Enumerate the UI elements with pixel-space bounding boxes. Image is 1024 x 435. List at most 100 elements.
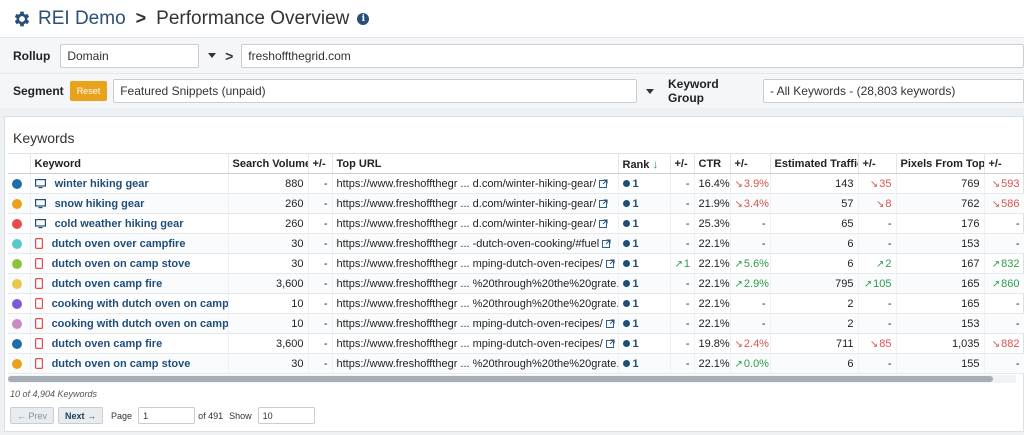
segment-select[interactable]: Featured Snippets (unpaid) <box>113 79 637 103</box>
col-traffic-change[interactable]: +/- <box>858 153 897 174</box>
keyword-cell[interactable]: snow hiking gear <box>30 193 229 214</box>
prev-button[interactable]: ← Prev <box>10 407 55 424</box>
keyword-link[interactable]: dutch oven over campfire <box>52 238 186 250</box>
keyword-cell[interactable]: dutch oven camp fire <box>30 333 229 354</box>
col-pixels-from-top[interactable]: Pixels From Top <box>896 153 985 174</box>
table-row[interactable]: snow hiking gear 260- https://www.freshoff… <box>8 193 1024 214</box>
rank-change-cell: - <box>670 273 695 294</box>
keyword-cell[interactable]: dutch oven camp fire <box>30 273 229 294</box>
pixels-change-value: - <box>1015 357 1020 370</box>
table-row[interactable]: dutch oven over campfire 30- https://www.f… <box>8 233 1024 254</box>
table-row[interactable]: cooking with dutch oven on campfire 10- ht… <box>8 313 1024 334</box>
keyword-cell[interactable]: dutch oven on camp stove <box>30 253 229 274</box>
col-top-url[interactable]: Top URL <box>332 153 619 174</box>
top-url-cell[interactable]: https://www.freshoffthegr ... d.com/wint… <box>332 173 619 194</box>
next-button[interactable]: Next → <box>58 407 104 424</box>
pixels-change-value: 832 <box>1001 257 1020 270</box>
table-row[interactable]: cooking with dutch oven on campfire 10- ht… <box>8 293 1024 314</box>
keyword-link[interactable]: cooking with dutch oven on campfire <box>52 318 227 330</box>
col-pixels-change[interactable]: +/- <box>984 153 1024 174</box>
keyword-link[interactable]: dutch oven camp fire <box>52 338 163 350</box>
external-link-icon[interactable] <box>599 219 608 229</box>
traffic-change-value: 2 <box>885 257 892 270</box>
ctr-change: ↗2.9% <box>735 278 769 290</box>
external-link-icon[interactable] <box>602 239 611 249</box>
keyword-cell[interactable]: cooking with dutch oven on campfire <box>30 313 229 334</box>
rollup-caret-icon[interactable] <box>208 53 217 58</box>
trend-arrow-icon: ↘ <box>734 338 743 350</box>
ctr-cell: 25.3% <box>694 213 731 234</box>
top-url-cell[interactable]: https://www.freshoffthegr ... %20through… <box>332 353 619 374</box>
page-title: Performance Overview <box>156 7 350 29</box>
col-rank-change[interactable]: +/- <box>670 153 695 174</box>
keyword-link[interactable]: dutch oven camp fire <box>52 278 163 290</box>
top-url-cell[interactable]: https://www.freshoffthegr ... d.com/wint… <box>332 213 619 234</box>
table-row[interactable]: dutch oven camp fire 3,600- https://www.fr… <box>8 273 1024 294</box>
keyword-link[interactable]: dutch oven on camp stove <box>52 358 191 370</box>
rank-change: - <box>685 198 690 210</box>
ctr-cell: 22.1% <box>694 353 731 374</box>
external-link-icon[interactable] <box>605 339 615 349</box>
top-url-cell[interactable]: https://www.freshoffthegr ... %20through… <box>332 273 619 294</box>
ctr-change-value: 3.4% <box>743 197 769 210</box>
keyword-cell[interactable]: cooking with dutch oven on campfire <box>30 293 229 314</box>
top-url-cell[interactable]: https://www.freshoffthegr ... mping-dutc… <box>332 313 619 334</box>
keyword-link[interactable]: dutch oven on camp stove <box>52 258 191 270</box>
keyword-cell[interactable]: winter hiking gear <box>30 173 229 194</box>
scrollbar-thumb[interactable] <box>8 376 993 382</box>
col-ctr-change[interactable]: +/- <box>730 153 771 174</box>
status-cell <box>8 253 31 274</box>
col-keyword[interactable]: Keyword <box>30 153 229 174</box>
status-dot <box>12 258 22 269</box>
rollup-select[interactable]: Domain <box>60 43 200 68</box>
reset-button[interactable]: Reset <box>69 81 108 101</box>
table-row[interactable]: cold weather hiking gear 260- https://www.… <box>8 213 1024 234</box>
pixels-cell: 155 <box>896 353 985 374</box>
info-icon[interactable]: i <box>357 12 370 25</box>
col-ctr[interactable]: CTR <box>694 153 731 174</box>
external-link-icon[interactable] <box>599 199 608 209</box>
keyword-cell[interactable]: cold weather hiking gear <box>30 213 229 234</box>
volume-cell: 30 <box>228 253 309 274</box>
top-url-cell[interactable]: https://www.freshoffthegr ... mping-dutc… <box>332 333 619 354</box>
pixels-change-cell: - <box>984 233 1024 254</box>
top-url-cell[interactable]: https://www.freshoffthegr ... -dutch-ove… <box>332 233 619 254</box>
segment-caret-icon[interactable] <box>645 88 654 94</box>
keyword-cell[interactable]: dutch oven on camp stove <box>30 353 229 374</box>
rank-cell: 1 <box>618 213 671 234</box>
col-rank[interactable]: Rank ↓ <box>618 153 671 174</box>
traffic-change-value: 105 <box>873 277 892 290</box>
external-link-icon[interactable] <box>605 319 615 329</box>
gear-icon[interactable] <box>12 9 32 29</box>
trend-arrow-icon: ↘ <box>869 338 879 350</box>
top-url-cell[interactable]: https://www.freshoffthegr ... d.com/wint… <box>332 193 619 214</box>
domain-select[interactable]: freshoffthegrid.com <box>241 43 1024 68</box>
ctr-change: ↗5.6% <box>735 258 769 270</box>
table-row[interactable]: dutch oven on camp stove 30- https://www.f… <box>8 353 1024 374</box>
keyword-link[interactable]: cold weather hiking gear <box>55 218 184 230</box>
table-row[interactable]: winter hiking gear 880- https://www.fresho… <box>8 173 1024 194</box>
page-input[interactable] <box>138 407 196 424</box>
brand-link[interactable]: REI Demo <box>38 8 126 30</box>
keyword-link[interactable]: winter hiking gear <box>55 178 149 190</box>
col-estimated-traffic[interactable]: Estimated Traffic <box>770 153 859 174</box>
sort-down-icon: ↓ <box>652 156 659 171</box>
horizontal-scrollbar[interactable] <box>8 375 1016 383</box>
segment-select-value: Featured Snippets (unpaid) <box>120 84 266 98</box>
external-link-icon[interactable] <box>599 179 608 189</box>
top-url-cell[interactable]: https://www.freshoffthegr ... %20through… <box>332 293 619 314</box>
pixels-cell: 176 <box>896 213 985 234</box>
col-search-volume[interactable]: Search Volume <box>228 153 309 174</box>
table-row[interactable]: dutch oven on camp stove 30- https://www.f… <box>8 253 1024 274</box>
table-row[interactable]: dutch oven camp fire 3,600- https://www.fr… <box>8 333 1024 354</box>
show-input[interactable] <box>257 407 315 424</box>
pixels-change-cell: - <box>984 293 1024 314</box>
keyword-cell[interactable]: dutch oven over campfire <box>30 233 229 254</box>
top-url-cell[interactable]: https://www.freshoffthegr ... mping-dutc… <box>332 253 619 274</box>
col-volume-change[interactable]: +/- <box>308 153 333 174</box>
keyword-link[interactable]: snow hiking gear <box>55 198 145 210</box>
keyword-link[interactable]: cooking with dutch oven on campfire <box>52 298 227 310</box>
external-link-icon[interactable] <box>605 259 615 269</box>
keyword-group-select[interactable]: - All Keywords - (28,803 keywords) <box>762 79 1024 103</box>
traffic-change: - <box>887 298 892 310</box>
